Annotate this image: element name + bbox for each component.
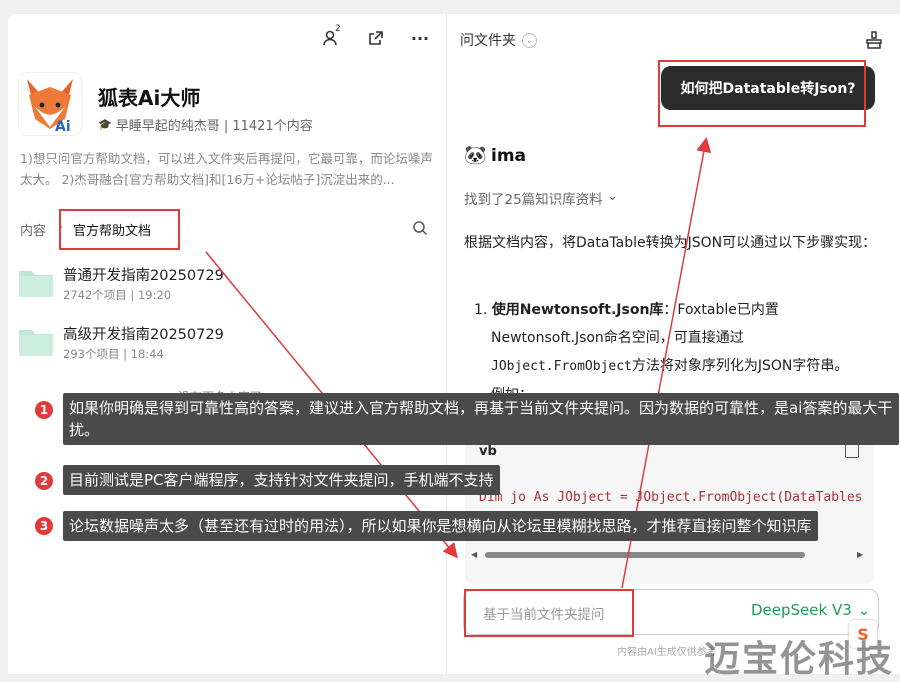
annotation-2: 目前测试是PC客户端程序，支持针对文件夹提问，手机端不支持 — [63, 465, 500, 495]
annotation-number-2: 2 — [35, 472, 53, 490]
annotation-3: 论坛数据噪声太多（甚至还有过时的用法），所以如果你是想横向从论坛里模糊找思路，才… — [63, 511, 818, 541]
annotation-1: 如果你明确是得到可靠性高的答案，建议进入官方帮助文档，再基于当前文件夹提问。因为… — [63, 393, 899, 445]
annotation-arrows — [205, 137, 712, 589]
watermark-text: 迈宝伦科技 — [704, 639, 895, 680]
annotation-number-1: 1 — [35, 401, 53, 419]
annotation-number-3: 3 — [35, 517, 53, 535]
